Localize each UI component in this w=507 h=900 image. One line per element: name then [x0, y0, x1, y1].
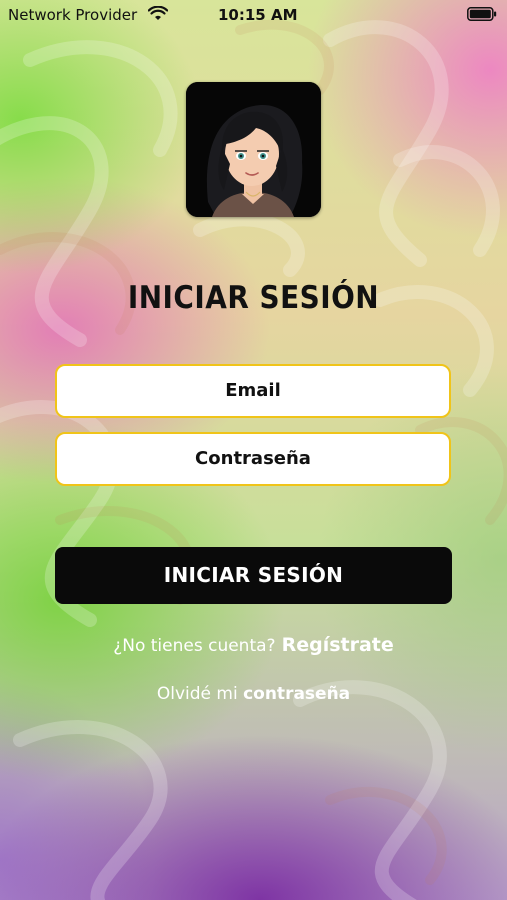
page-title: INICIAR SESIÓN [127, 280, 380, 316]
battery-icon [467, 7, 497, 21]
status-bar: Network Provider 10:15 AM [0, 0, 507, 30]
register-link[interactable]: Regístrate [282, 634, 394, 656]
forgot-prefix: Olvidé mi [156, 684, 238, 704]
avatar [186, 82, 321, 217]
login-screen: Network Provider 10:15 AM INICIAR SESIÓN… [0, 0, 507, 900]
forgot-password-link[interactable]: Olvidé mi contraseña [0, 684, 507, 704]
forgot-suffix: contraseña [243, 684, 351, 704]
user-avatar-illustration [186, 82, 321, 217]
wifi-icon [148, 6, 168, 20]
no-account-text: ¿No tienes cuenta? [113, 636, 276, 656]
login-button[interactable]: INICIAR SESIÓN [55, 547, 452, 604]
signup-line: ¿No tienes cuenta? Regístrate [0, 634, 507, 656]
email-field[interactable]: Email [55, 364, 451, 418]
carrier-name: Network Provider [8, 6, 138, 24]
password-field[interactable]: Contraseña [55, 432, 451, 486]
status-time: 10:15 AM [218, 6, 298, 24]
